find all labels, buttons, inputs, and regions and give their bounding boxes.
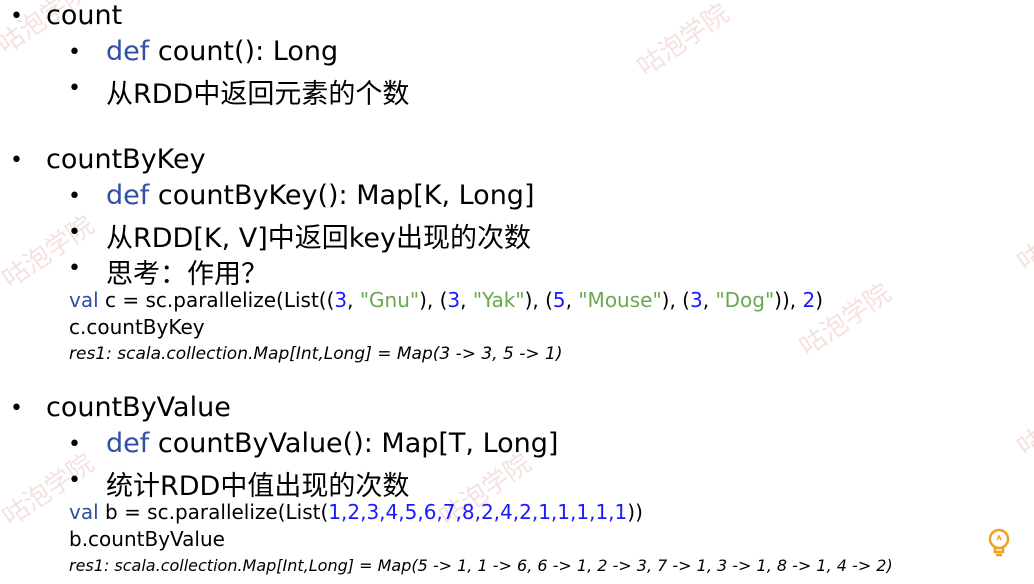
signature-text: count(): Long: [149, 36, 339, 67]
watermark: 咕泡学院: [1012, 378, 1034, 463]
code-line: b.countByValue: [69, 527, 225, 551]
code-token: ), (: [524, 288, 553, 312]
code-token: val: [69, 500, 99, 524]
code-token: 3: [447, 288, 461, 312]
code-token: b = sc.parallelize(List(: [98, 500, 329, 524]
code-token: val: [69, 288, 99, 312]
thinking-prompt: 思考：作用？: [106, 259, 268, 290]
lightbulb-icon: [988, 528, 1010, 557]
def-keyword: def: [106, 36, 150, 67]
bullet: •: [68, 468, 81, 493]
code-token: ,: [702, 288, 716, 312]
code-token: 5: [552, 288, 566, 312]
code-token: ), (: [661, 288, 690, 312]
code-token: ,: [460, 288, 473, 312]
watermark: 咕泡学院: [0, 210, 100, 295]
code-token: ): [815, 288, 824, 312]
code-line: c.countByKey: [69, 315, 205, 339]
bullet: •: [10, 148, 23, 173]
code-token: "Mouse": [578, 288, 662, 312]
method-description: 从RDD中返回元素的个数: [106, 79, 410, 110]
code-token: 2: [802, 288, 816, 312]
method-signature: def countByKey(): Map[K, Long]: [106, 180, 534, 211]
watermark: 咕泡学院: [1012, 193, 1034, 278]
code-token: "Yak": [472, 288, 525, 312]
method-description: 统计RDD中值出现的次数: [106, 471, 410, 502]
def-keyword: def: [106, 180, 150, 211]
code-line: val b = sc.parallelize(List(1,2,3,4,5,6,…: [69, 500, 643, 524]
section-title: countByKey: [46, 144, 206, 175]
code-token: 3: [334, 288, 348, 312]
method-signature: def countByValue(): Map[T, Long]: [106, 428, 558, 459]
signature-text: countByValue(): Map[T, Long]: [149, 428, 559, 459]
code-token: 1,2,3,4,5,6,7,8,2,4,2,1,1,1,1,1: [328, 500, 628, 524]
section-title: countByValue: [46, 392, 231, 423]
watermark: 咕泡学院: [794, 278, 897, 363]
code-token: )): [627, 500, 643, 524]
def-keyword: def: [106, 428, 150, 459]
code-result: res1: scala.collection.Map[Int,Long] = M…: [69, 556, 893, 575]
bullet: •: [68, 432, 81, 457]
bullet: •: [10, 4, 23, 29]
code-token: c = sc.parallelize(List((: [98, 288, 335, 312]
bullet: •: [68, 76, 81, 101]
code-token: "Gnu": [359, 288, 420, 312]
code-token: )),: [774, 288, 803, 312]
code-token: ,: [565, 288, 579, 312]
bullet: •: [68, 256, 81, 281]
code-line: val c = sc.parallelize(List((3, "Gnu"), …: [69, 288, 823, 312]
code-token: "Dog": [715, 288, 775, 312]
section-title: count: [46, 0, 123, 31]
signature-text: countByKey(): Map[K, Long]: [149, 180, 535, 211]
bullet: •: [68, 220, 81, 245]
code-token: 3: [689, 288, 703, 312]
code-token: ), (: [419, 288, 448, 312]
bullet: •: [68, 40, 81, 65]
bullet: •: [68, 184, 81, 209]
method-description: 从RDD[K, V]中返回key出现的次数: [106, 223, 532, 254]
code-token: ,: [347, 288, 360, 312]
method-signature: def count(): Long: [106, 36, 338, 67]
code-result: res1: scala.collection.Map[Int,Long] = M…: [69, 344, 563, 364]
bullet: •: [10, 396, 23, 421]
watermark: 咕泡学院: [632, 0, 735, 83]
